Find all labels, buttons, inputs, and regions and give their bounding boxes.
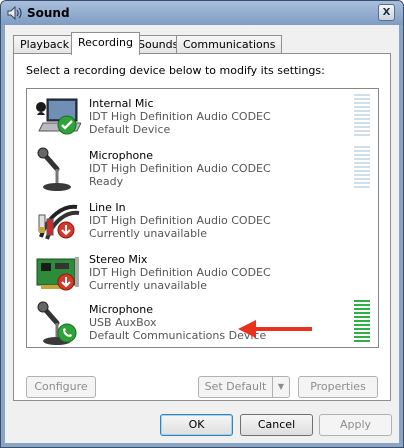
device-name: Microphone — [89, 303, 154, 316]
device-status: Currently unavailable — [89, 227, 207, 240]
red-down-arrow-icon — [57, 221, 75, 239]
level-meter — [354, 300, 370, 344]
device-name: Internal Mic — [89, 97, 154, 110]
close-button[interactable]: X — [378, 4, 395, 21]
set-default-button[interactable]: Set Default — [198, 376, 273, 398]
set-default-dropdown-arrow-icon[interactable]: ▼ — [272, 376, 290, 398]
tab-communications[interactable]: Communications — [176, 35, 283, 54]
red-down-arrow-icon — [57, 273, 75, 291]
device-driver: IDT High Definition Audio CODEC — [89, 266, 271, 279]
sound-dialog: Sound X Playback Recording Sounds Commun… — [0, 0, 404, 448]
instruction-text: Select a recording device below to modif… — [26, 64, 325, 77]
ok-button[interactable]: OK — [160, 414, 233, 436]
level-meter — [354, 146, 370, 190]
tab-recording[interactable]: Recording — [71, 32, 141, 55]
device-row-line-in[interactable]: Line In IDT High Definition Audio CODEC … — [27, 195, 378, 247]
green-phone-icon — [57, 323, 77, 343]
device-row-stereo-mix[interactable]: Stereo Mix IDT High Definition Audio COD… — [27, 247, 378, 299]
device-list[interactable]: Internal Mic IDT High Definition Audio C… — [26, 88, 379, 348]
device-row-microphone[interactable]: Microphone IDT High Definition Audio COD… — [27, 143, 378, 195]
device-name: Stereo Mix — [89, 253, 148, 266]
device-driver: IDT High Definition Audio CODEC — [89, 162, 271, 175]
green-check-icon — [57, 115, 77, 135]
device-driver: IDT High Definition Audio CODEC — [89, 110, 271, 123]
device-status: Currently unavailable — [89, 279, 207, 292]
properties-button[interactable]: Properties — [298, 376, 378, 398]
tab-playback[interactable]: Playback — [13, 35, 77, 54]
device-status: Ready — [89, 175, 124, 188]
properties-label: Properties — [310, 380, 366, 393]
cancel-button[interactable]: Cancel — [240, 414, 313, 436]
level-meter — [354, 94, 370, 138]
device-name: Line In — [89, 201, 126, 214]
device-driver: USB AuxBox — [89, 316, 157, 329]
microphone-icon — [37, 147, 71, 191]
device-name: Microphone — [89, 149, 154, 162]
cancel-label: Cancel — [257, 418, 296, 431]
device-row-usb-microphone[interactable]: Microphone USB AuxBox Default Communicat… — [27, 297, 378, 347]
title-bar[interactable]: Sound X — [1, 1, 403, 25]
apply-label: Apply — [339, 418, 372, 431]
device-row-internal-mic[interactable]: Internal Mic IDT High Definition Audio C… — [27, 91, 378, 143]
set-default-label: Set Default — [204, 380, 267, 393]
device-driver: IDT High Definition Audio CODEC — [89, 214, 271, 227]
configure-label: Configure — [34, 380, 88, 393]
annotation-arrow-icon — [238, 320, 312, 338]
window-title: Sound — [27, 6, 70, 20]
apply-button[interactable]: Apply — [319, 414, 392, 436]
device-status: Default Device — [89, 123, 171, 136]
dialog-client: Playback Recording Sounds Communications… — [5, 25, 399, 443]
configure-button[interactable]: Configure — [26, 376, 96, 398]
speaker-icon — [7, 6, 22, 20]
recording-panel: Select a recording device below to modif… — [13, 53, 391, 401]
ok-label: OK — [188, 418, 205, 431]
